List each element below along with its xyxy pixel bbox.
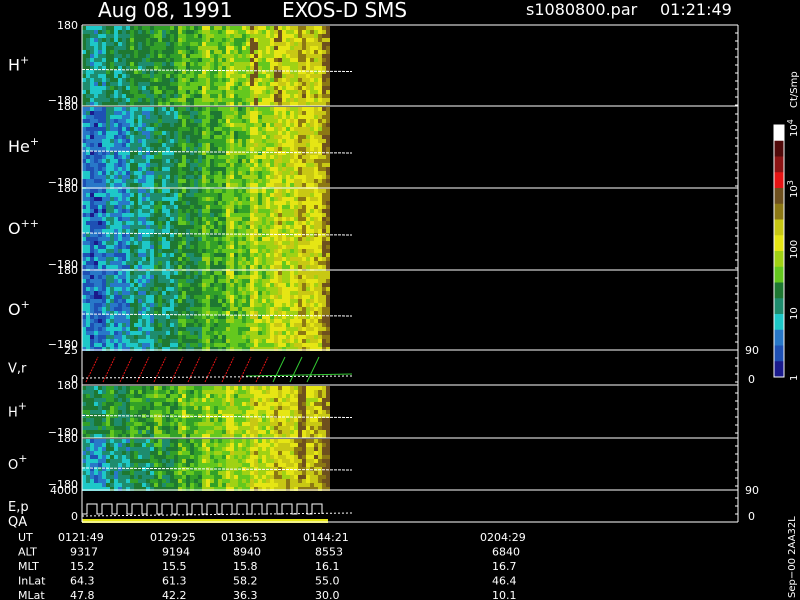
header-date: Aug 08, 1991 <box>98 0 232 22</box>
footer-cell: 42.2 <box>162 589 187 600</box>
footer-cell: 15.2 <box>70 560 95 573</box>
colorbar-swatch <box>774 251 784 268</box>
footer-cell: 9317 <box>70 546 98 559</box>
footer-row-name: MLat <box>18 589 45 600</box>
colorbar-tick-label: 103 <box>786 180 800 198</box>
footer-cell: 30.0 <box>315 589 340 600</box>
footer-cell: 16.7 <box>492 560 517 573</box>
y-tick-top: 180 <box>57 264 78 277</box>
footer-cell: 6840 <box>492 546 520 559</box>
y-tick-top: 180 <box>57 432 78 445</box>
panel-label: E,p <box>8 500 29 515</box>
footer-cell: 36.3 <box>233 589 258 600</box>
y-tick-top: 25 <box>64 344 78 357</box>
colorbar-swatch <box>774 282 784 299</box>
footer-cell: 9194 <box>162 546 190 559</box>
header-file: s1080800.par <box>526 0 638 19</box>
footer-cell: 46.4 <box>492 575 517 588</box>
header-instrument: EXOS-D SMS <box>282 0 407 22</box>
y-tick-bottom: 0 <box>71 510 78 523</box>
footer-row-name: ALT <box>18 546 37 559</box>
footer-cell: 0204:29 <box>480 531 526 544</box>
footer-cell: 15.5 <box>162 560 187 573</box>
heatmap-layer <box>82 26 330 491</box>
panel-label-sup: ++ <box>21 217 39 230</box>
panel-7-heatmap <box>82 439 330 491</box>
footer-stamp: Sep−00 2AA32L <box>787 516 798 598</box>
footer-cell: 15.8 <box>233 560 258 573</box>
colorbar-tick-label: 10 <box>789 307 800 320</box>
colorbar-swatch <box>774 172 784 189</box>
y-tick-top: 180 <box>57 182 78 195</box>
colorbar-swatch <box>774 266 784 283</box>
footer-row-name: UT <box>18 531 33 544</box>
colorbar-tick-label: 100 <box>789 240 800 259</box>
energy-trace <box>82 503 323 515</box>
footer-cell: 0144:21 <box>303 531 349 544</box>
y-tick-top: 4000 <box>50 484 78 497</box>
right-tick-top: 90 <box>745 484 759 497</box>
colorbar-swatch <box>774 345 784 362</box>
colorbar-tick-label: 104 <box>786 119 800 137</box>
velocity-trace-green <box>272 356 320 383</box>
colorbar-swatch <box>774 140 784 157</box>
right-tick-bottom: 0 <box>748 510 755 523</box>
panel-1-heatmap <box>82 26 330 106</box>
panel-label: V,r <box>8 362 27 377</box>
panel-label-sup: + <box>20 54 29 67</box>
y-tick-top: 180 <box>57 379 78 392</box>
panel-label: H+ <box>8 400 27 421</box>
sms-spectrogram-chart: H+180−180He+180−180O++180−180O+180−180V,… <box>8 0 800 600</box>
orbit-info-table: UT 0121:49 0129:25 0136:53 0144:21 0204:29 ALT… <box>18 531 526 600</box>
colorbar-swatch <box>774 156 784 173</box>
colorbar-swatch <box>774 329 784 346</box>
colorbar-swatch <box>774 314 784 331</box>
colorbar-swatch <box>774 235 784 252</box>
right-tick-bottom: 0 <box>748 373 755 386</box>
velocity-trace <box>85 356 269 383</box>
footer-cell: 0129:25 <box>150 531 196 544</box>
footer-cell: 10.1 <box>492 589 517 600</box>
footer-cell: 47.8 <box>70 589 95 600</box>
footer-row-name: InLat <box>18 575 46 588</box>
footer-cell: 8940 <box>233 546 261 559</box>
panel-label-sup: + <box>21 298 30 311</box>
panel-label-2: QA <box>8 515 27 530</box>
panel-label: He+ <box>8 135 39 156</box>
footer-cell: 61.3 <box>162 575 187 588</box>
panel-label: H+ <box>8 54 29 75</box>
colorbar-tick-label: 1 <box>789 375 800 381</box>
colorbar-swatch <box>774 188 784 205</box>
panel-4-heatmap <box>82 271 330 351</box>
panel-6-heatmap <box>82 386 330 438</box>
footer-cell: 8553 <box>315 546 343 559</box>
colorbar-swatch <box>774 298 784 315</box>
panel-label-sup: + <box>18 400 27 413</box>
header-time: 01:21:49 <box>660 0 732 19</box>
footer-cell: 55.0 <box>315 575 340 588</box>
panel-label: O+ <box>8 298 30 319</box>
colorbar-unit: Ct/Smp <box>789 71 800 108</box>
panel-label-sup: + <box>30 135 39 148</box>
panel-label: O++ <box>8 217 39 238</box>
colorbar: 1 10 100 103 104 Ct/Smp <box>773 71 800 381</box>
footer-row-name: MLT <box>18 560 39 573</box>
y-tick-top: 180 <box>57 19 78 32</box>
colorbar-swatch <box>774 203 784 220</box>
footer-cell: 64.3 <box>70 575 95 588</box>
colorbar-swatch <box>774 361 784 378</box>
colorbar-swatch <box>774 125 784 142</box>
panel-3-heatmap <box>82 189 330 273</box>
right-tick-top: 90 <box>745 344 759 357</box>
footer-cell: 58.2 <box>233 575 258 588</box>
panel-label: O+ <box>8 452 27 473</box>
panel-2-heatmap <box>82 107 330 191</box>
footer-cell: 16.1 <box>315 560 340 573</box>
footer-cell: 0136:53 <box>221 531 267 544</box>
panel-label-sup: + <box>18 452 27 465</box>
colorbar-swatch <box>774 219 784 236</box>
y-tick-top: 180 <box>57 100 78 113</box>
footer-cell: 0121:49 <box>58 531 104 544</box>
